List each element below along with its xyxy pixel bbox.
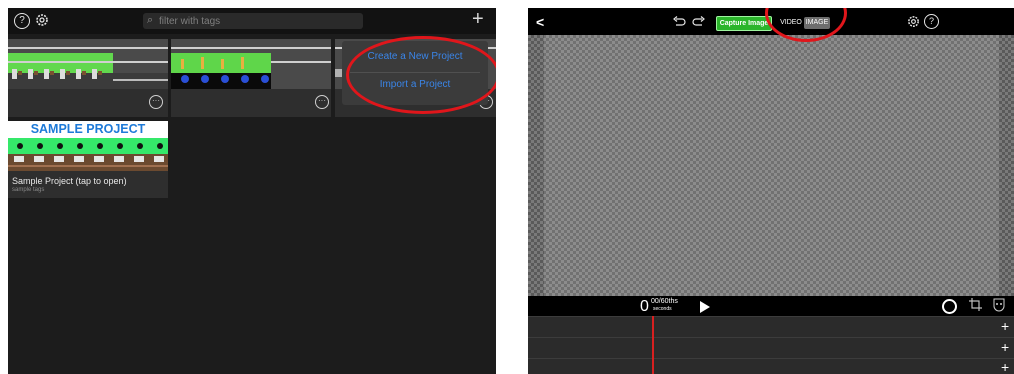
help-icon[interactable]: ? <box>924 14 939 29</box>
project-card-1[interactable]: ··· <box>8 39 168 117</box>
project-card-2[interactable]: ··· <box>171 39 331 117</box>
frame-area <box>544 35 999 296</box>
project-thumbnail-2 <box>171 39 331 89</box>
more-options-icon[interactable]: ··· <box>149 95 163 109</box>
add-track-icon[interactable]: + <box>1001 359 1009 374</box>
search-input[interactable] <box>159 14 357 28</box>
onion-skin-icon[interactable] <box>993 298 1005 317</box>
help-icon[interactable]: ? <box>14 13 30 29</box>
project-browser: ? ⌕ + ··· <box>8 8 496 374</box>
add-track-icon[interactable]: + <box>1001 318 1009 334</box>
help-glyph: ? <box>928 16 934 26</box>
timecode-unit: seconds <box>653 306 672 312</box>
timeline-track-3[interactable] <box>528 358 1014 374</box>
annotation-circle <box>346 36 496 114</box>
redo-icon[interactable] <box>692 15 706 33</box>
gear-icon[interactable] <box>906 14 921 34</box>
sample-project-tags: sample tags <box>12 187 45 193</box>
capture-editor: < Capture Image VIDEO IMAGE ? 0 00/60ths… <box>528 8 1014 374</box>
capture-image-button[interactable]: Capture Image <box>716 16 772 31</box>
playhead[interactable] <box>652 316 654 374</box>
timeline-track-2[interactable] <box>528 337 1014 358</box>
project-thumbnail-1 <box>8 39 168 89</box>
transparent-canvas[interactable] <box>528 35 1014 296</box>
timeline-track-1[interactable] <box>528 316 1014 337</box>
timecode-fraction: 00/60ths <box>651 298 678 305</box>
help-glyph: ? <box>19 15 25 26</box>
timecode-seconds: 0 <box>640 298 649 315</box>
more-options-icon[interactable]: ··· <box>315 95 329 109</box>
gear-icon[interactable] <box>34 12 50 33</box>
undo-icon[interactable] <box>672 15 686 33</box>
back-icon[interactable]: < <box>536 14 544 30</box>
add-track-icon[interactable]: + <box>1001 339 1009 355</box>
sample-project-title: Sample Project (tap to open) <box>12 176 127 186</box>
add-project-icon[interactable]: + <box>472 9 484 29</box>
sample-project-thumbnail: SAMPLE PROJECT <box>8 121 168 171</box>
crop-icon[interactable] <box>969 298 982 316</box>
circle-tool-icon[interactable] <box>942 299 957 314</box>
tag-filter-search[interactable]: ⌕ <box>143 13 363 29</box>
sample-project-card[interactable]: SAMPLE PROJECT Sample Project (tap to op… <box>8 121 168 198</box>
search-icon: ⌕ <box>147 14 154 26</box>
